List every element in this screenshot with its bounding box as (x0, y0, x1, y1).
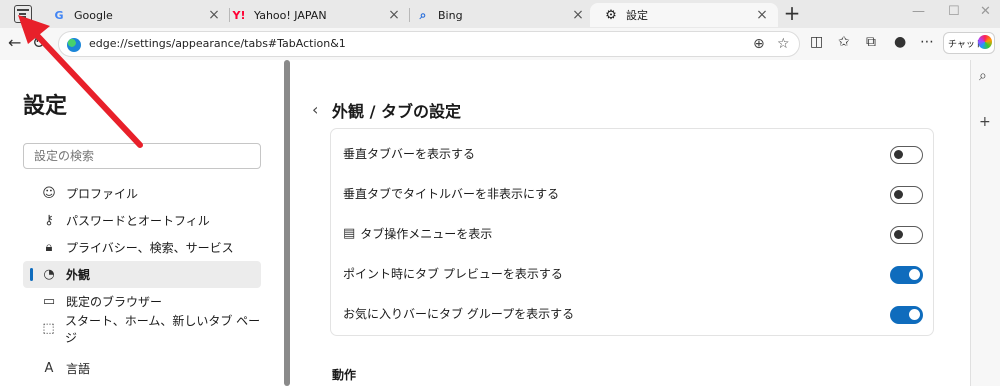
tab-preview-toggle[interactable] (890, 266, 923, 284)
toolbar: ← ↻ edge://settings/appearance/tabs#TabA… (0, 28, 1000, 60)
setting-label: ポイント時にタブ プレビューを表示する (343, 266, 563, 281)
search-icon[interactable]: ⌕ (979, 68, 987, 84)
tab-settings[interactable]: ⚙ 設定 × (590, 3, 778, 27)
sidebar-item-label: プロファイル (66, 187, 139, 201)
sidebar-item-profile[interactable]: ☺ プロファイル (23, 180, 261, 207)
profile-icon: ☺ (42, 186, 56, 201)
close-window-button[interactable]: ✕ (980, 4, 991, 19)
tab-title: Yahoo! JAPAN (254, 8, 327, 22)
screenshot-icon[interactable]: ⧉ (866, 34, 876, 50)
setting-label: 垂直タブバーを表示する (343, 146, 476, 161)
back-chevron-icon[interactable]: ‹ (312, 100, 318, 119)
sidebar-item-start-home[interactable]: ⬚ スタート、ホーム、新しいタブ ページ (23, 314, 261, 345)
palette-icon: ◔ (43, 267, 55, 282)
split-screen-icon[interactable]: ◫ (810, 34, 823, 50)
back-arrow-icon[interactable]: ← (8, 33, 21, 52)
sidebar-item-label: 言語 (66, 362, 91, 376)
browser-icon: ▭ (42, 294, 56, 309)
key-icon: ⚷ (44, 213, 54, 228)
tab-action-menu-icon[interactable] (14, 5, 32, 23)
sidebar-item-label: パスワードとオートフィル (66, 214, 210, 228)
favorites-icon[interactable]: ✩ (838, 34, 850, 50)
setting-row: ポイント時にタブ プレビューを表示する (343, 253, 923, 293)
add-icon[interactable]: + (979, 114, 991, 130)
hide-title-bar-toggle[interactable] (890, 186, 923, 204)
setting-row: 垂直タブバーを表示する (343, 133, 923, 173)
tab-title: Bing (438, 8, 463, 22)
tab-groups-favorites-toggle[interactable] (890, 306, 923, 324)
sidebar-item-label: スタート、ホーム、新しいタブ ページ (64, 313, 261, 345)
sidebar-item-passwords[interactable]: ⚷ パスワードとオートフィル (23, 207, 261, 234)
sidebar-item-label: プライバシー、検索、サービス (66, 241, 234, 255)
url-text[interactable]: edge://settings/appearance/tabs#TabActio… (89, 37, 346, 50)
close-tab-icon[interactable]: × (570, 7, 586, 23)
sidebar-item-appearance[interactable]: ◔ 外観 (23, 261, 261, 288)
language-icon: A (44, 361, 54, 376)
tab-action-menu-toggle[interactable] (890, 226, 923, 244)
setting-row: 垂直タブでタイトルバーを非表示にする (343, 173, 923, 213)
address-bar[interactable]: edge://settings/appearance/tabs#TabActio… (58, 31, 800, 57)
tab-action-menu-icon: ▤ (343, 225, 356, 241)
google-icon: G (54, 8, 64, 22)
settings-title: 設定 (23, 94, 68, 119)
maximize-button[interactable]: ☐ (948, 4, 960, 19)
sidebar-item-privacy[interactable]: 🔒︎ プライバシー、検索、サービス (23, 234, 261, 261)
section-heading: 動作 (332, 368, 357, 382)
tab-yahoo[interactable]: Y! Yahoo! JAPAN × (218, 3, 410, 27)
tab-strip: G Google × Y! Yahoo! JAPAN × ⌕ Bing × ⚙ … (0, 0, 1000, 28)
copilot-icon[interactable] (978, 35, 992, 49)
sidebar-item-label: 外観 (66, 268, 91, 282)
settings-sidebar: 設定 ☺ プロファイル ⚷ パスワードとオートフィル 🔒︎ プライバシー、検索、… (5, 60, 285, 386)
yahoo-icon: Y! (232, 8, 246, 22)
vertical-tabs-toggle[interactable] (890, 146, 923, 164)
right-sidebar: ⌕ + (970, 60, 1000, 386)
settings-page: 設定 ☺ プロファイル ⚷ パスワードとオートフィル 🔒︎ プライバシー、検索、… (0, 60, 970, 386)
tab-title: Google (74, 8, 113, 22)
settings-search-input[interactable] (24, 144, 260, 168)
close-tab-icon[interactable]: × (386, 7, 402, 23)
setting-label: お気に入りバーにタブ グループを表示する (343, 306, 575, 321)
settings-nav: ☺ プロファイル ⚷ パスワードとオートフィル 🔒︎ プライバシー、検索、サービ… (23, 180, 261, 382)
setting-label: タブ操作メニューを表示 (360, 226, 493, 241)
setting-label: 垂直タブでタイトルバーを非表示にする (343, 186, 560, 201)
page-title: 外観 / タブの設定 (332, 102, 461, 121)
refresh-icon[interactable]: ↻ (32, 33, 45, 52)
setting-row: ▤ タブ操作メニューを表示 (343, 213, 923, 253)
new-tab-button[interactable]: + (780, 3, 804, 25)
settings-search[interactable] (23, 143, 261, 169)
gear-icon: ⚙ (605, 7, 617, 23)
tab-settings-card: 垂直タブバーを表示する 垂直タブでタイトルバーを非表示にする ▤ タブ操作メニュ… (330, 128, 934, 336)
home-page-icon: ⬚ (42, 321, 55, 336)
tab-google[interactable]: G Google × (38, 3, 230, 27)
lock-icon: 🔒︎ (45, 240, 53, 255)
close-tab-icon[interactable]: × (754, 7, 770, 23)
sidebar-scrollbar[interactable] (284, 60, 290, 386)
tab-bing[interactable]: ⌕ Bing × (402, 3, 594, 27)
more-menu-icon[interactable]: ⋯ (920, 34, 934, 50)
bing-icon: ⌕ (419, 7, 427, 22)
favorite-star-icon[interactable]: ☆ (777, 36, 790, 52)
setting-row: お気に入りバーにタブ グループを表示する (343, 293, 923, 333)
tab-title: 設定 (626, 9, 648, 22)
minimize-button[interactable]: — (912, 4, 925, 19)
sidebar-item-languages[interactable]: A 言語 (23, 355, 261, 382)
edge-icon (67, 38, 81, 52)
profile-avatar-icon[interactable]: ● (894, 34, 906, 50)
sidebar-item-label: 既定のブラウザー (66, 295, 163, 309)
zoom-icon[interactable]: ⊕ (753, 36, 765, 52)
